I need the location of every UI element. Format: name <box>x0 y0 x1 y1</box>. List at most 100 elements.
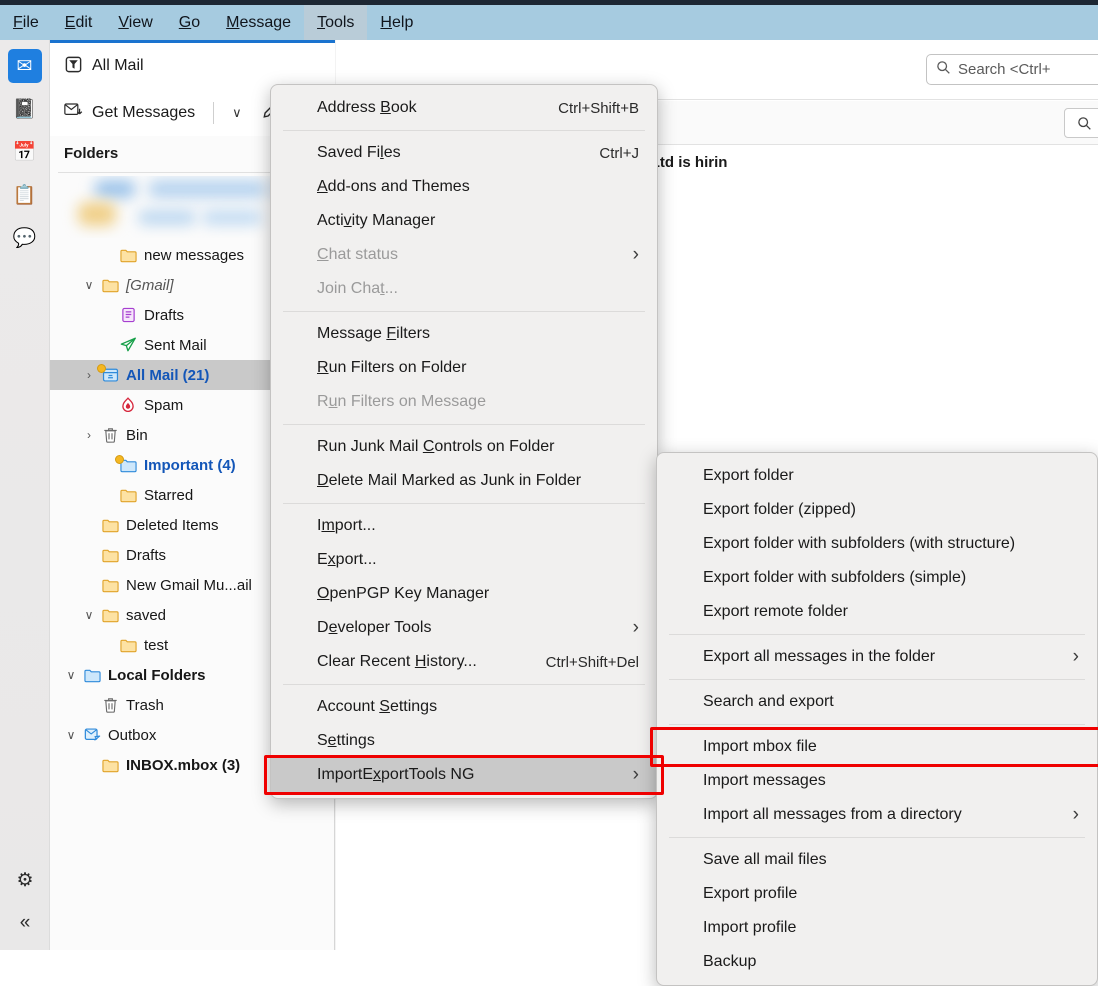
folder-tree-item-label: saved <box>126 606 167 624</box>
menu-item-label: Export folder with subfolders (simple) <box>703 569 967 586</box>
submenu-chevron-icon: › <box>632 617 639 638</box>
all-mail-tab-label: All Mail <box>92 57 144 74</box>
twisty-expanded-icon[interactable]: ∨ <box>62 728 80 742</box>
menu-item-clear-recent-history[interactable]: Clear Recent History... Ctrl+Shift+Del <box>271 645 657 679</box>
app-body: ✉ 📓 📅 📋 💬 ⚙ « All Mail Get Messages ∨ Fo… <box>0 40 1098 986</box>
menu-item-export-folder-with-subfolders-with-structure[interactable]: Export folder with subfolders (with stru… <box>657 527 1097 561</box>
folder-tree-item-label: Trash <box>126 696 164 714</box>
search-icon <box>936 60 951 79</box>
menubar-item-edit[interactable]: Edit <box>52 5 106 40</box>
get-messages-label[interactable]: Get Messages <box>92 104 195 122</box>
menu-item-label: Run Filters on Folder <box>317 359 467 376</box>
twisty-collapsed-icon[interactable]: › <box>80 428 98 442</box>
menu-separator <box>669 679 1085 680</box>
menu-item-label: OpenPGP Key Manager <box>317 585 490 602</box>
menu-item-export-all-messages-in-the-folder[interactable]: Export all messages in the folder › <box>657 640 1097 674</box>
menu-item-import-mbox-file[interactable]: Import mbox file <box>657 730 1097 764</box>
menu-item-settings[interactable]: Settings <box>271 724 657 758</box>
menu-item-backup[interactable]: Backup <box>657 945 1097 979</box>
folder-tree-item-label: test <box>144 636 169 654</box>
menu-separator <box>669 724 1085 725</box>
menu-item-openpgp-key-manager[interactable]: OpenPGP Key Manager <box>271 577 657 611</box>
menu-item-export-profile[interactable]: Export profile <box>657 877 1097 911</box>
toolbar-separator <box>213 101 215 124</box>
menu-item-join-chat: Join Chat... <box>271 272 657 306</box>
all-mail-tab[interactable]: All Mail <box>50 43 335 89</box>
menu-item-label: Import mbox file <box>703 738 817 755</box>
twisty-expanded-icon[interactable]: ∨ <box>62 668 80 682</box>
chat-icon[interactable]: 💬 <box>8 221 42 255</box>
menu-separator <box>283 503 645 504</box>
folder-tree-item-label: Deleted Items <box>126 516 219 534</box>
menu-item-activity-manager[interactable]: Activity Manager <box>271 204 657 238</box>
chevron-down-icon[interactable]: ∨ <box>232 105 242 121</box>
twisty-collapsed-icon[interactable]: › <box>80 368 98 382</box>
folder-tree-item-label: Spam <box>144 396 184 414</box>
collapse-chevron-icon[interactable]: « <box>8 906 42 940</box>
address-book-icon[interactable]: 📓 <box>8 92 42 126</box>
submenu-chevron-icon: › <box>1072 804 1079 825</box>
settings-gear-icon[interactable]: ⚙ <box>8 863 42 897</box>
tools-menu[interactable]: Address Book Ctrl+Shift+B Saved Files Ctrl+… <box>270 84 658 799</box>
menu-item-label: Search and export <box>703 693 834 710</box>
trash-icon <box>98 697 122 713</box>
menu-item-run-filters-on-folder[interactable]: Run Filters on Folder <box>271 351 657 385</box>
twisty-expanded-icon[interactable]: ∨ <box>80 608 98 622</box>
menu-item-label: Import messages <box>703 772 826 789</box>
important-icon <box>115 454 140 473</box>
trash-icon <box>98 427 122 443</box>
menu-item-import[interactable]: Import... <box>271 509 657 543</box>
menu-item-export-folder-zipped[interactable]: Export folder (zipped) <box>657 493 1097 527</box>
menu-item-export-folder[interactable]: Export folder <box>657 459 1097 493</box>
menu-item-developer-tools[interactable]: Developer Tools › <box>271 611 657 645</box>
folder-icon <box>98 608 122 623</box>
menu-item-add-ons-and-themes[interactable]: Add-ons and Themes <box>271 170 657 204</box>
tasks-icon[interactable]: 📋 <box>8 178 42 212</box>
menu-item-import-messages[interactable]: Import messages <box>657 764 1097 798</box>
menu-item-label: ImportExportTools NG <box>317 766 475 783</box>
menu-item-label: Join Chat... <box>317 280 398 297</box>
menu-item-label: Run Junk Mail Controls on Folder <box>317 438 555 455</box>
menu-item-save-all-mail-files[interactable]: Save all mail files <box>657 843 1097 877</box>
menubar-item-file[interactable]: File <box>0 5 52 40</box>
importexporttools-ng-submenu[interactable]: Export folder Export folder (zipped) Expor… <box>656 452 1098 986</box>
menu-item-label: Add-ons and Themes <box>317 178 470 195</box>
quick-filter-search-button[interactable] <box>1064 108 1098 138</box>
menubar-item-message[interactable]: Message <box>213 5 304 40</box>
menu-item-label: Account Settings <box>317 698 438 715</box>
menu-item-export-folder-with-subfolders-simple[interactable]: Export folder with subfolders (simple) <box>657 561 1097 595</box>
menu-item-shortcut: Ctrl+Shift+Del <box>545 653 639 671</box>
menu-item-export-remote-folder[interactable]: Export remote folder <box>657 595 1097 629</box>
menu-item-message-filters[interactable]: Message Filters <box>271 317 657 351</box>
menu-item-account-settings[interactable]: Account Settings <box>271 690 657 724</box>
sent-icon <box>116 337 140 353</box>
menu-item-import-profile[interactable]: Import profile <box>657 911 1097 945</box>
menu-item-run-junk-mail-controls-on-folder[interactable]: Run Junk Mail Controls on Folder <box>271 430 657 464</box>
menubar-item-help[interactable]: Help <box>367 5 426 40</box>
folder-tree-item-label: Bin <box>126 426 148 444</box>
menu-item-delete-mail-marked-as-junk-in-folder[interactable]: Delete Mail Marked as Junk in Folder <box>271 464 657 498</box>
folder-icon <box>116 248 140 263</box>
menu-item-import-all-messages-from-a-directory[interactable]: Import all messages from a directory › <box>657 798 1097 832</box>
menu-item-search-and-export[interactable]: Search and export <box>657 685 1097 719</box>
folder-icon <box>116 638 140 653</box>
menu-item-export[interactable]: Export... <box>271 543 657 577</box>
twisty-expanded-icon[interactable]: ∨ <box>80 278 98 292</box>
spam-icon <box>116 396 140 414</box>
menu-item-importexporttools-ng[interactable]: ImportExportTools NG › <box>271 758 657 792</box>
menu-item-saved-files[interactable]: Saved Files Ctrl+J <box>271 136 657 170</box>
get-messages-icon <box>64 102 83 123</box>
menu-item-label: Import... <box>317 517 376 534</box>
folder-icon <box>98 548 122 563</box>
calendar-icon[interactable]: 📅 <box>8 135 42 169</box>
menubar-item-go[interactable]: Go <box>166 5 213 40</box>
folder-tree-item-label: [Gmail] <box>126 276 174 294</box>
local-folders-icon <box>80 668 104 683</box>
menu-item-address-book[interactable]: Address Book Ctrl+Shift+B <box>271 91 657 125</box>
menubar-item-view[interactable]: View <box>105 5 165 40</box>
menubar-item-tools[interactable]: Tools <box>304 5 368 40</box>
mail-icon[interactable]: ✉ <box>7 49 42 83</box>
folder-tree-item-label: All Mail (21) <box>126 366 210 384</box>
new-mail-badge-icon <box>97 364 106 373</box>
search-input[interactable]: Search <Ctrl+ <box>926 54 1098 85</box>
